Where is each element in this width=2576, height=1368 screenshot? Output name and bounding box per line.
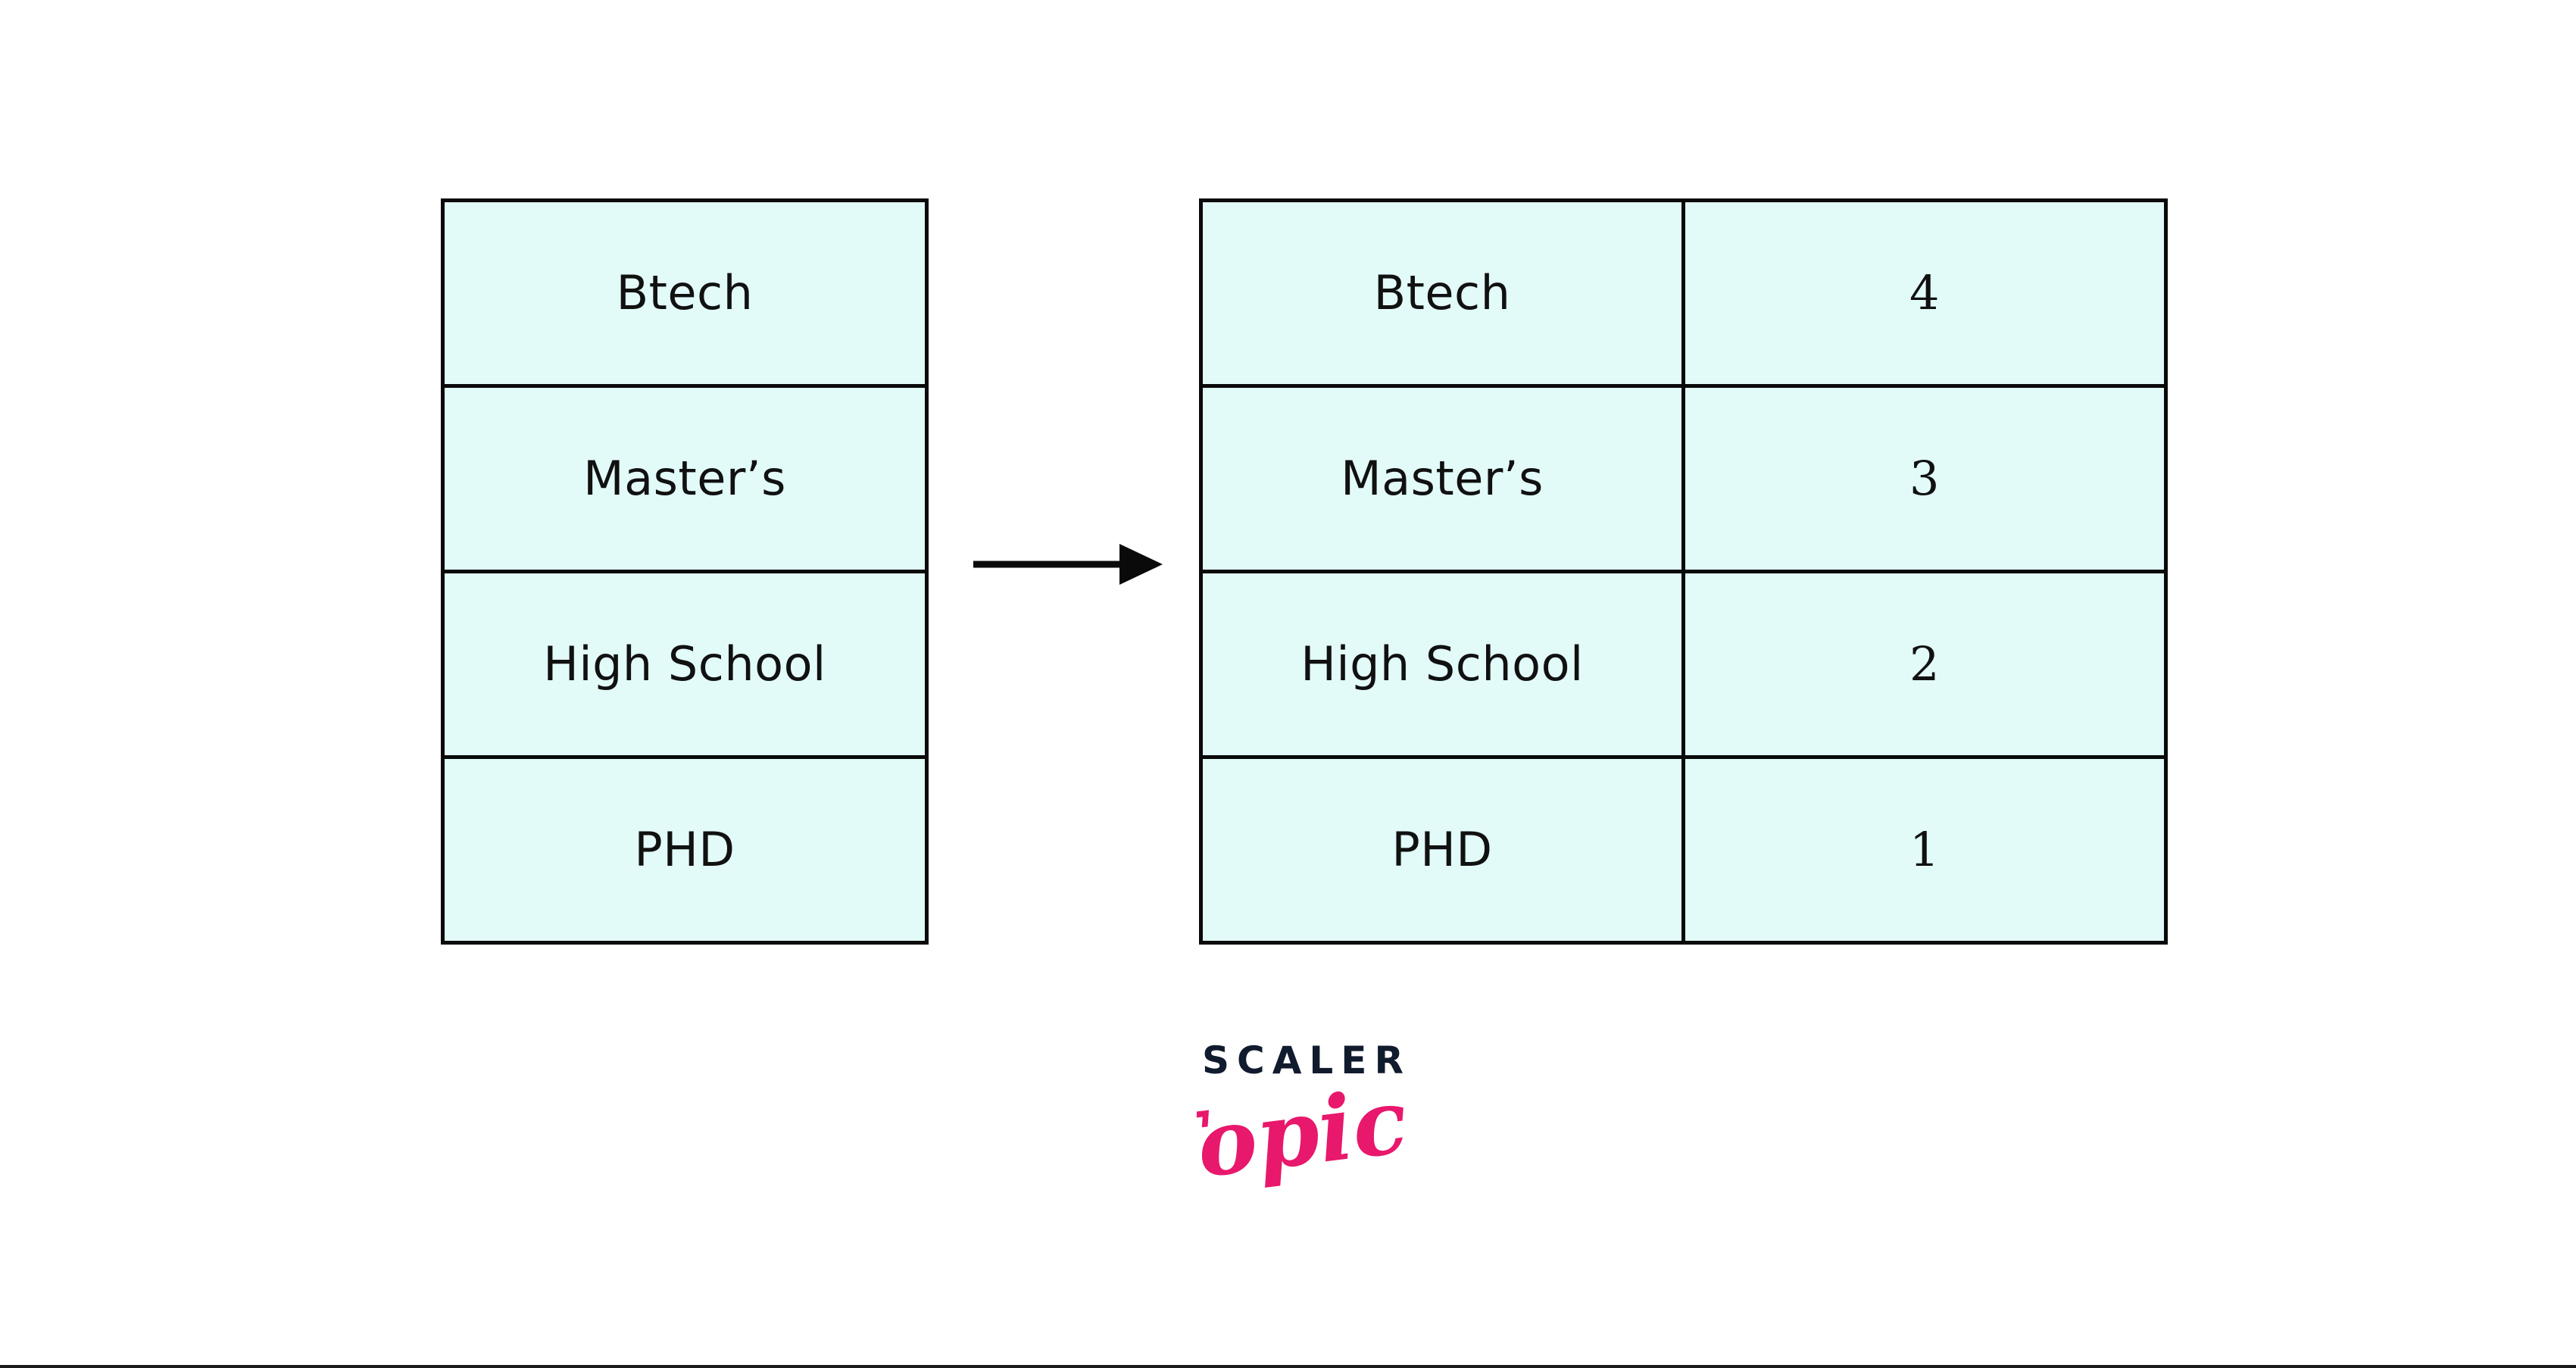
table-row: Master’s (441, 384, 929, 573)
table-row: PHD 1 (1199, 755, 2168, 945)
encoded-cell-code: 1 (1681, 755, 2168, 945)
input-cell-category: Master’s (441, 384, 929, 573)
logo-wordmark: SCALER (1202, 1038, 1411, 1082)
input-category-table: Btech Master’s High School PHD (441, 198, 929, 945)
encoded-cell-category: High School (1199, 570, 1685, 759)
logo-script-wrap: Topics (1189, 1075, 1416, 1207)
input-cell-category: Btech (441, 198, 929, 388)
encoded-cell-category: Btech (1199, 198, 1685, 388)
encoded-cell-code: 3 (1681, 384, 2168, 573)
logo-script-text: Topics (1197, 1075, 1409, 1204)
table-row: PHD (441, 755, 929, 945)
diagram-canvas: Btech Master’s High School PHD Btech 4 M… (0, 0, 2576, 1368)
table-row: High School 2 (1199, 570, 2168, 759)
scaler-topics-logo: SCALER Topics (1189, 1042, 1416, 1220)
table-row: Master’s 3 (1199, 384, 2168, 573)
arrow-right-icon (973, 544, 1163, 585)
table-row: High School (441, 570, 929, 759)
encoded-cell-category: PHD (1199, 755, 1685, 945)
encoded-category-table: Btech 4 Master’s 3 High School 2 PHD 1 (1199, 198, 2168, 945)
input-cell-category: PHD (441, 755, 929, 945)
encoded-cell-code: 2 (1681, 570, 2168, 759)
encoded-cell-category: Master’s (1199, 384, 1685, 573)
input-cell-category: High School (441, 570, 929, 759)
encoded-cell-code: 4 (1681, 198, 2168, 388)
bottom-divider (0, 1365, 2576, 1368)
table-row: Btech 4 (1199, 198, 2168, 388)
logo-script-graphic: Topics (1197, 1075, 1409, 1204)
table-row: Btech (441, 198, 929, 388)
